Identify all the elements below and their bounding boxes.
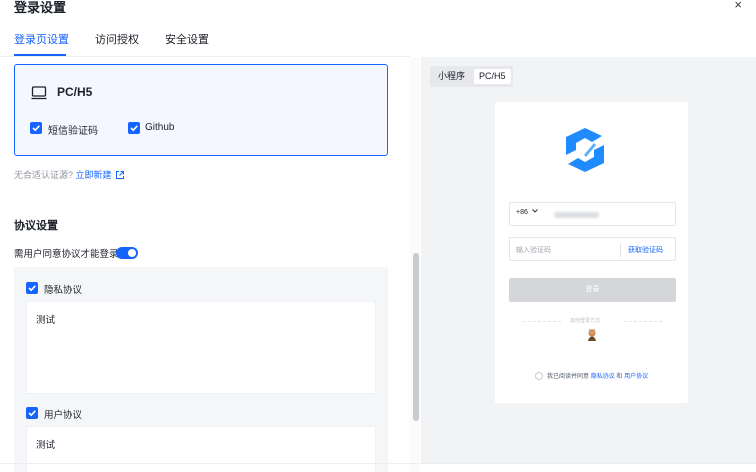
consent-toggle[interactable] bbox=[116, 247, 138, 259]
dialog-title: 登录设置 bbox=[14, 0, 67, 15]
user-agreement-label: 用户协议 bbox=[44, 410, 83, 421]
user-agreement-checkbox[interactable] bbox=[26, 407, 38, 419]
user-agreement-content: 测试 bbox=[36, 440, 56, 451]
user-agreement-link[interactable]: 用户协议 bbox=[624, 374, 648, 380]
github-checkbox[interactable] bbox=[128, 122, 140, 134]
check-icon bbox=[130, 125, 138, 132]
preview-segment-control: 小程序 PC/H5 bbox=[430, 66, 513, 87]
check-icon bbox=[28, 285, 36, 292]
dialog-header: 登录设置 × bbox=[0, 0, 756, 18]
user-agreement-textarea[interactable]: 测试 bbox=[26, 426, 376, 472]
scrollbar-thumb[interactable] bbox=[413, 253, 419, 421]
chevron-down-icon bbox=[532, 209, 538, 213]
country-code[interactable]: +86 bbox=[516, 209, 538, 216]
footer-divider bbox=[0, 463, 756, 464]
external-link-icon bbox=[115, 171, 124, 179]
agree-text: 我已阅读并同意 bbox=[547, 374, 590, 380]
divider-line-left bbox=[523, 321, 561, 322]
other-login-divider: 其他登录方式 bbox=[523, 317, 662, 325]
privacy-agreement-label: 隐私协议 bbox=[44, 285, 83, 296]
login-preview-card: +86 输入验证码 获取验证码 登录 其他登录方式 我已阅读并同意 隐私协议 和… bbox=[495, 102, 688, 403]
tab-access-authorization[interactable]: 访问授权 bbox=[95, 31, 139, 47]
segment-pc-h5[interactable]: PC/H5 bbox=[474, 69, 511, 84]
brand-logo-icon bbox=[566, 128, 604, 172]
get-code-button[interactable]: 获取验证码 bbox=[628, 245, 663, 255]
other-login-label: 其他登录方式 bbox=[570, 318, 601, 324]
privacy-agreement-checkbox[interactable] bbox=[26, 282, 38, 294]
privacy-agreement-content: 测试 bbox=[36, 315, 56, 326]
country-code-label: +86 bbox=[516, 209, 528, 216]
create-auth-source-hint: 无合适认证源? 立即新建 bbox=[14, 168, 125, 181]
sms-code-label: 短信验证码 bbox=[48, 126, 98, 137]
preview-panel: 小程序 PC/H5 +86 输入验证码 获取验证码 登录 其他登录方式 我已阅读… bbox=[421, 57, 756, 463]
phone-input[interactable]: +86 bbox=[509, 202, 676, 226]
privacy-agreement-textarea[interactable]: 测试 bbox=[26, 301, 376, 394]
toggle-knob bbox=[128, 249, 136, 257]
field-separator bbox=[620, 243, 621, 257]
github-label: Github bbox=[145, 122, 175, 133]
platform-card-pc-h5[interactable]: PC/H5 短信验证码 Github bbox=[14, 64, 388, 156]
create-now-link[interactable]: 立即新建 bbox=[76, 170, 125, 180]
hint-text: 无合适认证源? bbox=[14, 170, 74, 180]
tab-bar: 登录页设置 访问授权 安全设置 bbox=[0, 24, 410, 56]
consent-label: 需用户同意协议才能登录 bbox=[14, 249, 119, 260]
agreement-section-title: 协议设置 bbox=[14, 220, 58, 232]
segment-mini-program[interactable]: 小程序 bbox=[433, 69, 470, 84]
login-button[interactable]: 登录 bbox=[509, 278, 676, 302]
tab-security-settings[interactable]: 安全设置 bbox=[165, 31, 209, 47]
check-icon bbox=[32, 125, 40, 132]
agreement-consent-row: 我已阅读并同意 隐私协议 和 用户协议 bbox=[535, 371, 648, 380]
masked-phone-number bbox=[554, 212, 599, 218]
tab-login-page-settings[interactable]: 登录页设置 bbox=[14, 31, 69, 47]
check-icon bbox=[28, 410, 36, 417]
close-icon[interactable]: × bbox=[734, 0, 742, 12]
settings-panel: PC/H5 短信验证码 Github 无合适认证源? 立即新建 协议设置 需用户… bbox=[0, 57, 410, 472]
sms-code-checkbox[interactable] bbox=[30, 122, 42, 134]
github-octocat-icon[interactable] bbox=[585, 328, 599, 342]
code-placeholder: 输入验证码 bbox=[516, 247, 551, 254]
and-text: 和 bbox=[616, 374, 623, 380]
agree-radio[interactable] bbox=[535, 372, 543, 380]
platform-title: PC/H5 bbox=[57, 85, 93, 99]
divider-line-right bbox=[624, 321, 662, 322]
desktop-icon bbox=[31, 86, 47, 100]
privacy-link[interactable]: 隐私协议 bbox=[591, 374, 615, 380]
create-now-label: 立即新建 bbox=[75, 170, 112, 180]
verification-code-input[interactable]: 输入验证码 获取验证码 bbox=[509, 237, 676, 261]
